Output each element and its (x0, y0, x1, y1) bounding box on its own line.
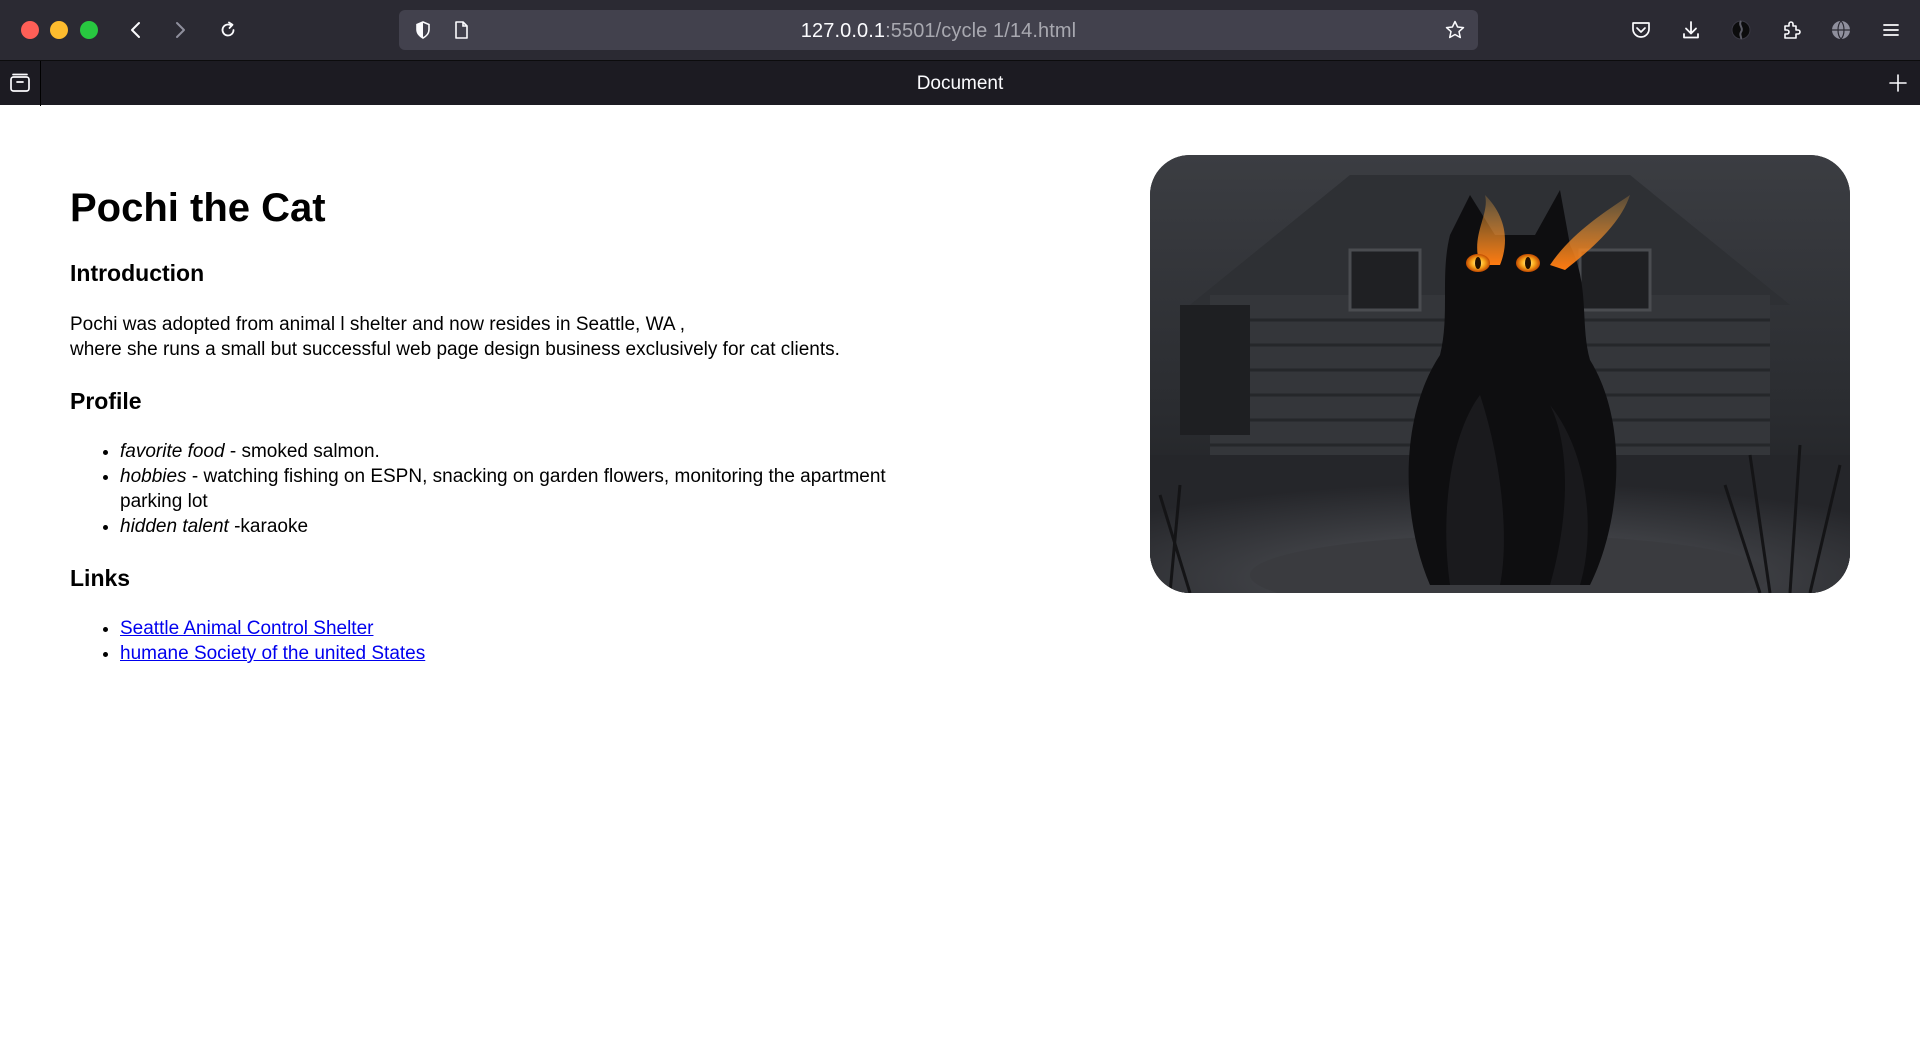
list-item: Seattle Animal Control Shelter (120, 616, 970, 641)
profile-value: - smoked salmon. (224, 441, 380, 462)
account-icon (1731, 20, 1751, 40)
menu-icon (1883, 24, 1899, 36)
reload-button[interactable] (212, 14, 244, 46)
minimize-window-button[interactable] (50, 21, 68, 39)
page-title: Pochi the Cat (70, 186, 326, 230)
browser-titlebar: 127.0.0.1:5501/cycle 1/14.html (0, 0, 1920, 60)
download-icon (1683, 21, 1699, 39)
pocket-button[interactable] (1625, 14, 1657, 46)
reload-icon (221, 21, 235, 37)
profile-item-hobbies: hobbies - watching fishing on ESPN, snac… (120, 464, 940, 514)
extensions-button[interactable] (1775, 14, 1807, 46)
links-list: Seattle Animal Control Shelter humane So… (70, 616, 970, 666)
introduction-heading: Introduction (70, 260, 205, 286)
url-host: 127.0.0.1 (800, 20, 886, 42)
intro-line-2: where she runs a small but successful we… (70, 339, 840, 360)
url-text[interactable]: 127.0.0.1:5501/cycle 1/14.html (399, 20, 1478, 43)
bookmark-star-icon[interactable] (1444, 19, 1466, 41)
cat-image (1150, 155, 1850, 593)
pocket-icon (1632, 22, 1650, 38)
app-menu-button[interactable] (1875, 14, 1907, 46)
close-window-button[interactable] (21, 21, 39, 39)
cat-illustration (1150, 155, 1850, 593)
globe-icon (1832, 20, 1850, 40)
humane-society-link[interactable]: humane Society of the united States (120, 643, 425, 664)
profile-value: - watching fishing on ESPN, snacking on … (120, 466, 886, 512)
language-button[interactable] (1825, 14, 1857, 46)
account-button[interactable] (1725, 14, 1757, 46)
profile-heading: Profile (70, 388, 142, 414)
profile-label: favorite food (120, 441, 225, 462)
profile-item-hidden-talent: hidden talent -karaoke (120, 514, 940, 539)
back-button[interactable] (120, 14, 152, 46)
profile-value: -karaoke (228, 516, 309, 537)
introduction-paragraph: Pochi was adopted from animal l shelter … (70, 312, 970, 362)
forward-icon (176, 22, 185, 38)
address-bar[interactable]: 127.0.0.1:5501/cycle 1/14.html (399, 10, 1478, 50)
maximize-window-button[interactable] (80, 21, 98, 39)
profile-label: hidden talent (120, 516, 229, 537)
links-heading: Links (70, 565, 131, 591)
profile-label: hobbies (120, 466, 187, 487)
extensions-icon (1784, 21, 1801, 39)
new-tab-icon[interactable] (1886, 71, 1910, 95)
intro-line-1: Pochi was adopted from animal l shelter … (70, 314, 685, 335)
back-icon (131, 22, 140, 38)
tab-bar: Document (0, 60, 1920, 106)
profile-list: favorite food - smoked salmon. hobbies -… (70, 439, 940, 539)
forward-button[interactable] (164, 14, 196, 46)
page-content: Pochi the Cat Introduction Pochi was ado… (70, 105, 970, 666)
url-path: :5501/cycle 1/14.html (885, 20, 1077, 42)
list-item: humane Society of the united States (120, 641, 970, 666)
tab-document[interactable]: Document (0, 73, 1920, 95)
seattle-shelter-link[interactable]: Seattle Animal Control Shelter (120, 618, 373, 639)
downloads-button[interactable] (1675, 14, 1707, 46)
profile-item-favorite-food: favorite food - smoked salmon. (120, 439, 940, 464)
